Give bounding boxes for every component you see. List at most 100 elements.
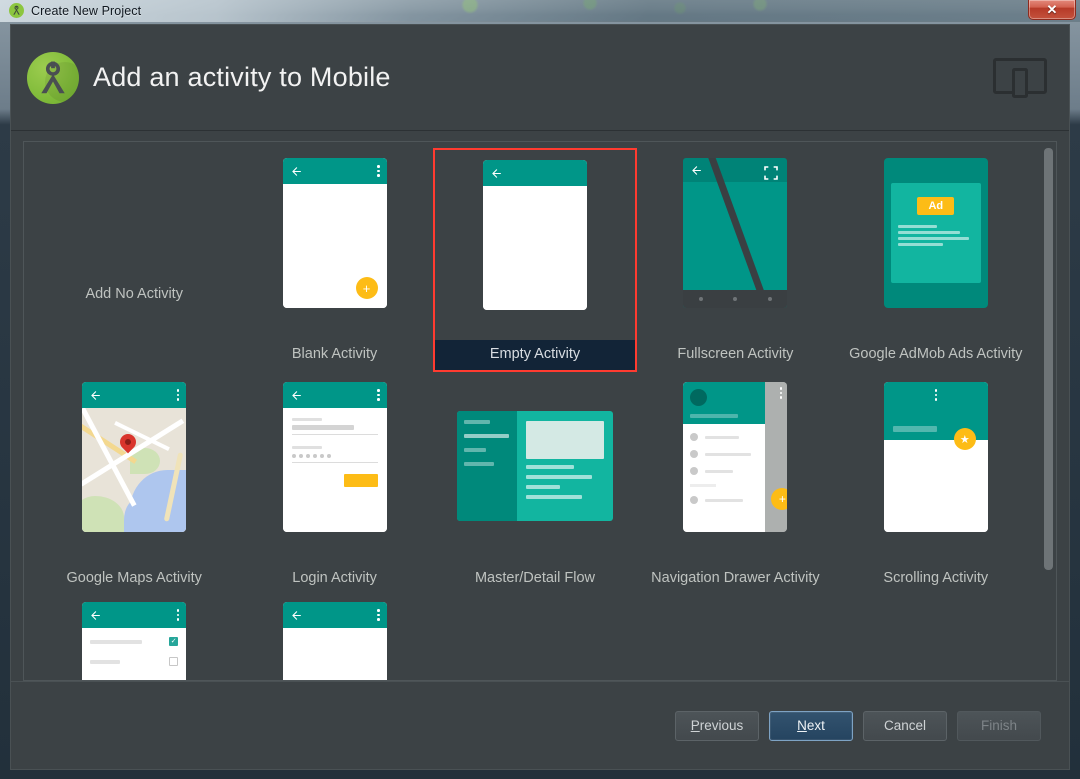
activity-item-scrolling-activity[interactable]: ★ Scrolling Activity xyxy=(836,374,1036,590)
content-area xyxy=(883,440,988,532)
overflow-menu-icon xyxy=(891,389,981,401)
activity-item-empty-activity[interactable]: Empty Activity xyxy=(432,148,638,372)
activity-gallery[interactable]: Add No Activity + Blank Activity Empty A… xyxy=(23,141,1057,681)
activity-item-login-activity[interactable]: Login Activity xyxy=(234,374,434,590)
fab-add-icon: + xyxy=(771,488,788,510)
previous-button[interactable]: Previous xyxy=(675,710,759,741)
activity-label: Scrolling Activity xyxy=(883,570,989,586)
activity-label: Google Maps Activity xyxy=(66,570,202,586)
thumbnail-nav-drawer: + xyxy=(683,382,788,550)
next-label-rest: ext xyxy=(806,718,825,733)
phone-mock xyxy=(82,382,187,532)
back-arrow-icon xyxy=(492,168,501,178)
finish-label: Finish xyxy=(980,718,1017,733)
scrolling-mock: ★ xyxy=(883,382,988,532)
fullscreen-mock xyxy=(683,158,788,308)
thumbnail-master-detail xyxy=(456,382,613,550)
thumbnail-login xyxy=(282,382,387,550)
drawer-menu-list xyxy=(683,424,765,532)
drawer-panel xyxy=(683,382,766,532)
email-field-mock xyxy=(291,418,378,435)
activity-label-selected: Empty Activity xyxy=(434,340,636,370)
thumbnail-blank: + xyxy=(282,158,387,326)
fab-add-icon: + xyxy=(355,277,378,299)
activity-item-google-admob-ads-activity[interactable]: Ad Google AdMob Ads Activity xyxy=(836,150,1036,370)
back-arrow-icon xyxy=(291,390,301,400)
app-bar xyxy=(82,602,187,628)
phone-outline xyxy=(1012,67,1028,98)
close-button[interactable]: ✕ xyxy=(1028,0,1076,20)
master-detail-mock xyxy=(456,411,613,521)
detail-image xyxy=(525,421,604,459)
window-title: Create New Project xyxy=(31,3,142,18)
drawer-header xyxy=(683,382,766,424)
thumbnail-empty xyxy=(482,160,587,328)
phone-mock xyxy=(282,382,387,532)
back-arrow-icon xyxy=(291,610,301,620)
thumbnail-tabbed xyxy=(282,602,387,680)
admob-mock: Ad xyxy=(883,158,988,308)
activity-label: Blank Activity xyxy=(291,346,378,362)
phone-mock xyxy=(82,602,187,680)
back-arrow-icon xyxy=(91,390,101,400)
phone-mock: + xyxy=(282,158,387,308)
master-pane xyxy=(456,411,517,521)
navigation-bar xyxy=(683,290,788,308)
activity-item-navigation-drawer-activity[interactable]: + Navigation Drawer Activity xyxy=(635,374,835,590)
app-bar xyxy=(482,160,587,186)
create-new-project-dialog: Add an activity to Mobile Add No Activit… xyxy=(10,24,1070,770)
next-button[interactable]: Next xyxy=(769,710,853,741)
activity-label: Master/Detail Flow xyxy=(474,570,596,586)
fullscreen-expand-icon xyxy=(764,166,779,180)
back-arrow-icon xyxy=(291,166,301,176)
back-arrow-icon xyxy=(692,165,702,175)
overflow-menu-icon xyxy=(779,387,783,399)
sign-in-button-mock xyxy=(343,474,378,487)
finish-button: Finish xyxy=(957,710,1041,741)
previous-mnemonic: P xyxy=(690,718,700,733)
activity-grid: Add No Activity + Blank Activity Empty A… xyxy=(24,142,1056,680)
titlebar-decoration xyxy=(430,0,990,22)
activity-label: Navigation Drawer Activity xyxy=(651,570,820,586)
overflow-menu-icon xyxy=(176,389,180,401)
checkbox-checked-icon xyxy=(169,637,179,646)
activity-item-google-maps-activity[interactable]: Google Maps Activity xyxy=(34,374,234,590)
scrollbar-thumb[interactable] xyxy=(1044,148,1053,570)
activity-item-master-detail-flow[interactable]: Master/Detail Flow xyxy=(435,374,635,590)
activity-item-partial-1[interactable] xyxy=(34,594,234,680)
login-form xyxy=(282,408,387,532)
dialog-header: Add an activity to Mobile xyxy=(11,25,1069,131)
phone-mock xyxy=(482,160,587,310)
activity-label: Login Activity xyxy=(292,570,377,586)
activity-item-add-no-activity[interactable]: Add No Activity xyxy=(34,150,234,370)
activity-item-blank-activity[interactable]: + Blank Activity xyxy=(234,150,434,370)
app-bar xyxy=(282,158,387,184)
account-name-line xyxy=(690,414,739,418)
dialog-content: Add No Activity + Blank Activity Empty A… xyxy=(11,131,1069,681)
cancel-label: Cancel xyxy=(883,718,927,733)
map-preview xyxy=(82,408,187,532)
activity-label: Fullscreen Activity xyxy=(677,346,794,362)
activity-item-fullscreen-activity[interactable]: Fullscreen Activity xyxy=(635,150,835,370)
app-bar xyxy=(282,382,387,408)
next-mnemonic: N xyxy=(797,718,807,733)
app-bar xyxy=(82,382,187,408)
activity-item-partial-2[interactable] xyxy=(234,594,434,680)
close-icon: ✕ xyxy=(1046,2,1058,17)
cancel-button[interactable]: Cancel xyxy=(863,710,947,741)
gallery-scrollbar[interactable] xyxy=(1044,146,1053,678)
thumbnail-settings xyxy=(82,602,187,680)
thumbnail-scrolling: ★ xyxy=(883,382,988,550)
app-bar xyxy=(282,602,387,628)
android-studio-logo xyxy=(27,51,79,104)
dialog-footer: Previous Next Cancel Finish xyxy=(11,681,1069,769)
overflow-menu-icon xyxy=(176,609,180,621)
back-arrow-icon xyxy=(91,610,101,620)
window-titlebar[interactable]: Create New Project ✕ xyxy=(0,0,1080,22)
page-title: Add an activity to Mobile xyxy=(93,62,391,92)
previous-label-rest: revious xyxy=(699,718,744,733)
settings-list xyxy=(82,628,187,680)
password-field-mock xyxy=(291,446,378,463)
overflow-menu-icon xyxy=(377,389,380,401)
activity-label: Google AdMob Ads Activity xyxy=(849,346,1023,362)
